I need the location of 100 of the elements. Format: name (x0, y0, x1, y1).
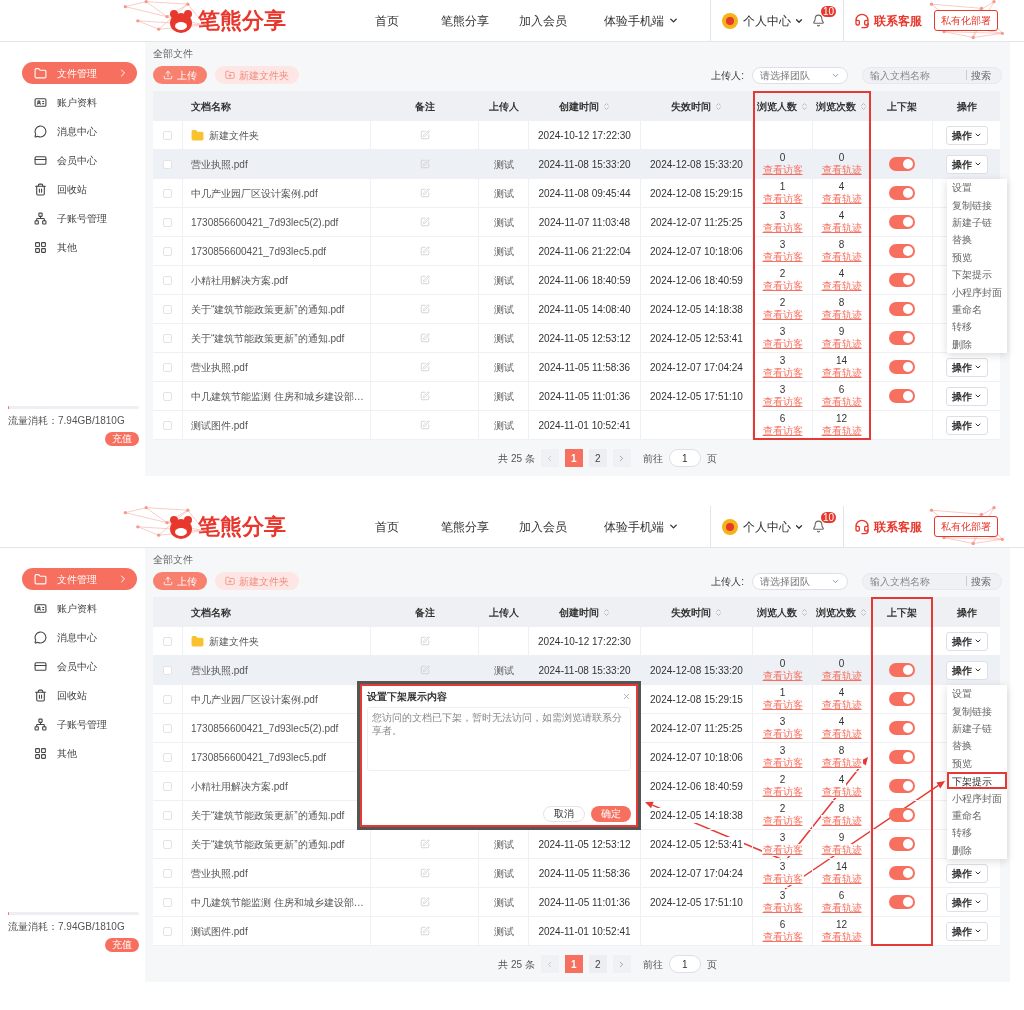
created-time: 2024-11-01 10:52:41 (538, 418, 631, 433)
view-count: 4 (836, 268, 847, 280)
uploader-name: 测试 (493, 244, 514, 259)
column-header: 上下架 (886, 605, 918, 620)
created-time: 2024-10-12 17:22:30 (538, 634, 631, 649)
created-time: 2024-11-05 11:58:36 (538, 360, 631, 375)
visitor-count: 3 (777, 210, 788, 222)
dialog-title: 设置下架展示内容 (367, 690, 447, 704)
view-count: 12 (833, 413, 850, 425)
column-header: 操作 (955, 605, 978, 620)
column-header: 上传人 (488, 99, 520, 114)
total-count: 共 25 条 (498, 451, 535, 466)
uploader-name: 测试 (493, 273, 514, 288)
breadcrumb: 全部文件 (153, 47, 194, 61)
column-header: 备注 (414, 605, 436, 620)
created-time: 2024-11-07 11:03:48 (538, 215, 631, 230)
uploader-name: 测试 (493, 389, 514, 404)
created-time: 2024-11-01 10:52:41 (538, 924, 631, 939)
visitor-count: 6 (777, 413, 788, 425)
view-count: 0 (836, 152, 847, 164)
view-count: 9 (836, 832, 847, 844)
uploader-name: 测试 (493, 186, 514, 201)
visitor-count: 3 (777, 355, 788, 367)
visitor-count: 0 (777, 152, 788, 164)
visitor-count: 0 (777, 658, 788, 670)
created-time: 2024-11-08 15:33:20 (538, 157, 631, 172)
uploader-name: 测试 (493, 360, 514, 375)
uploader-name: 测试 (493, 924, 514, 939)
view-count: 4 (836, 210, 847, 222)
view-count: 8 (836, 745, 847, 757)
view-count: 14 (833, 861, 850, 873)
view-count: 4 (836, 774, 847, 786)
expiry-time: 2024-12-05 14:18:38 (649, 807, 744, 823)
created-time: 2024-11-08 09:45:44 (538, 186, 631, 201)
view-count: 8 (836, 803, 847, 815)
view-count: 4 (836, 687, 847, 699)
uploader-name: 测试 (493, 215, 514, 230)
visitor-count: 6 (777, 919, 788, 931)
column-header: 文档名称 (190, 99, 232, 114)
column-header: 备注 (414, 99, 436, 114)
visitor-count: 1 (777, 687, 788, 699)
visitor-count: 3 (777, 890, 788, 902)
created-time: 2024-11-05 12:53:12 (538, 331, 631, 346)
notification-badge: 10 (820, 6, 836, 17)
logo-text: 笔熊分享 (198, 513, 286, 541)
view-count: 6 (836, 890, 847, 902)
created-time: 2024-11-05 14:08:40 (538, 302, 631, 317)
visitor-count: 3 (777, 745, 788, 757)
breadcrumb: 全部文件 (153, 553, 194, 567)
logo-text: 笔熊分享 (198, 7, 286, 35)
page-unit-label: 页 (706, 451, 717, 466)
visitor-count: 3 (777, 832, 788, 844)
uploader-name: 测试 (493, 837, 514, 852)
visitor-count: 1 (777, 181, 788, 193)
column-header: 操作 (955, 99, 978, 114)
created-time: 2024-11-06 18:40:59 (538, 273, 631, 288)
view-count: 14 (833, 355, 850, 367)
uploader-name: 测试 (493, 157, 514, 172)
uploader-name: 测试 (493, 302, 514, 317)
usage-text: 流量消耗：7.94GB/1810G (8, 920, 126, 934)
column-header: 上传人 (488, 605, 520, 620)
visitor-count: 3 (777, 861, 788, 873)
page-unit-label: 页 (706, 957, 717, 972)
visitor-count: 2 (777, 268, 788, 280)
view-count: 4 (836, 181, 847, 193)
visitor-count: 2 (777, 774, 788, 786)
created-time: 2024-11-06 21:22:04 (538, 244, 631, 259)
goto-label: 前往 (642, 957, 663, 972)
column-header: 文档名称 (190, 605, 232, 620)
uploader-name: 测试 (493, 418, 514, 433)
goto-label: 前往 (642, 451, 663, 466)
visitor-count: 3 (777, 384, 788, 396)
view-count: 12 (833, 919, 850, 931)
created-time: 2024-11-05 11:01:36 (538, 895, 631, 910)
uploader-name: 测试 (493, 331, 514, 346)
total-count: 共 25 条 (498, 957, 535, 972)
notification-badge: 10 (820, 512, 836, 523)
column-header: 上下架 (886, 99, 918, 114)
visitor-count: 3 (777, 239, 788, 251)
uploader-name: 测试 (493, 895, 514, 910)
view-count: 9 (836, 326, 847, 338)
visitor-count: 3 (777, 326, 788, 338)
visitor-count: 2 (777, 297, 788, 309)
visitor-count: 2 (777, 803, 788, 815)
created-time: 2024-10-12 17:22:30 (538, 128, 631, 143)
uploader-name: 测试 (493, 663, 514, 678)
view-count: 6 (836, 384, 847, 396)
created-time: 2024-11-05 12:53:12 (538, 837, 631, 852)
created-time: 2024-11-05 11:58:36 (538, 866, 631, 881)
uploader-filter-label: 上传人: (711, 68, 744, 83)
uploader-filter-label: 上传人: (711, 574, 744, 589)
view-count: 4 (836, 716, 847, 728)
created-time: 2024-11-05 11:01:36 (538, 389, 631, 404)
view-count: 8 (836, 297, 847, 309)
view-count: 0 (836, 658, 847, 670)
visitor-count: 3 (777, 716, 788, 728)
view-count: 8 (836, 239, 847, 251)
created-time: 2024-11-08 15:33:20 (538, 663, 631, 678)
uploader-name: 测试 (493, 866, 514, 881)
usage-text: 流量消耗：7.94GB/1810G (8, 414, 126, 428)
